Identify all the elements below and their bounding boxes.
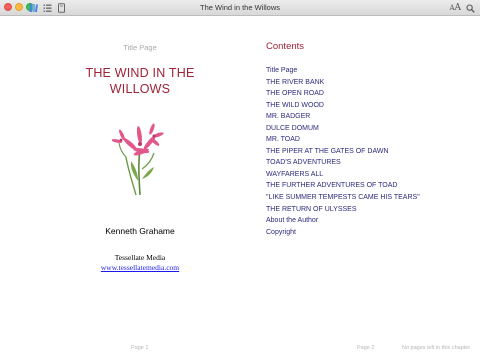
author-name: Kenneth Grahame: [105, 226, 175, 236]
left-page-number: Page 1: [131, 345, 149, 351]
toolbar-right: AA: [449, 3, 475, 13]
window-title: The Wind in the Willows: [199, 3, 281, 12]
toc-item[interactable]: Title Page: [266, 65, 420, 77]
publisher-link[interactable]: www.tessellatemedia.com: [0, 263, 280, 272]
toc-item[interactable]: TOAD'S ADVENTURES: [266, 157, 420, 169]
toc-item[interactable]: About the Author: [266, 215, 420, 227]
toc-item[interactable]: Copyright: [266, 227, 420, 239]
right-page-number: Page 2: [357, 345, 375, 351]
chapter-remaining-status: No pages left in this chapter: [402, 345, 471, 351]
toc-item[interactable]: THE FURTHER ADVENTURES OF TOAD: [266, 180, 420, 192]
book-title-line-2: WILLOWS: [109, 82, 171, 96]
toc-item[interactable]: THE WILD WOOD: [266, 100, 420, 112]
search-icon[interactable]: [466, 3, 475, 13]
flower-illustration: [112, 123, 164, 196]
toc-item[interactable]: THE PIPER AT THE GATES OF DAWN: [266, 146, 420, 158]
toc-item[interactable]: WAYFARERS ALL: [266, 169, 420, 181]
toc-item[interactable]: MR. BADGER: [266, 111, 420, 123]
toc-item[interactable]: "LIKE SUMMER TEMPESTS CAME HIS TEARS": [266, 192, 420, 204]
font-size-button[interactable]: AA: [449, 3, 461, 13]
left-page: Title Page THE WIND IN THE WILLOWS Kenne…: [0, 16, 280, 360]
toc-item[interactable]: THE RETURN OF ULYSSES: [266, 204, 420, 216]
page-section-label: Title Page: [123, 43, 157, 52]
toc-item[interactable]: THE OPEN ROAD: [266, 88, 420, 100]
book-title-line-1: THE WIND IN THE: [85, 66, 195, 80]
toc-item[interactable]: MR. TOAD: [266, 134, 420, 146]
contents-heading: Contents: [266, 41, 305, 52]
publisher-name: Tessellate Media: [114, 253, 166, 262]
font-size-large-label: A: [454, 3, 462, 13]
right-page: Contents Title Page THE RIVER BANK THE O…: [250, 16, 480, 360]
toc-item[interactable]: THE RIVER BANK: [266, 77, 420, 89]
book-title: THE WIND IN THE WILLOWS: [0, 65, 280, 97]
window-titlebar: The Wind in the Willows AA: [0, 0, 480, 16]
toc-item[interactable]: DULCE DOMUM: [266, 123, 420, 135]
table-of-contents: Title Page THE RIVER BANK THE OPEN ROAD …: [266, 65, 420, 238]
